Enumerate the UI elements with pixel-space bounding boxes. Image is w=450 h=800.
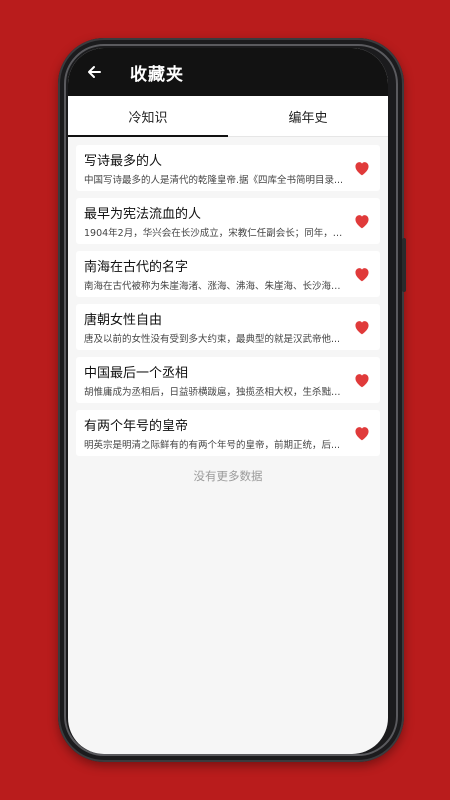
list-item[interactable]: 中国最后一个丞相 胡惟庸成为丞相后，日益骄横跋扈，独揽丞相大权，生杀黜陟... (76, 357, 380, 403)
list-item[interactable]: 写诗最多的人 中国写诗最多的人是清代的乾隆皇帝.据《四库全书简明目录... (76, 145, 380, 191)
heart-icon[interactable] (352, 265, 372, 283)
item-title: 南海在古代的名字 (84, 260, 189, 275)
item-description: 1904年2月，华兴会在长沙成立，宋教仁任副会长；同年，因... (84, 228, 344, 239)
heart-icon[interactable] (352, 212, 372, 230)
item-title: 唐朝女性自由 (84, 313, 163, 328)
favorites-list: 写诗最多的人 中国写诗最多的人是清代的乾隆皇帝.据《四库全书简明目录... 最早… (68, 137, 388, 484)
item-title: 中国最后一个丞相 (84, 366, 189, 381)
no-more-data-text: 没有更多数据 (193, 469, 263, 483)
phone-side-button (402, 238, 406, 292)
tab-chronicle[interactable]: 编年史 (228, 96, 388, 136)
list-item[interactable]: 南海在古代的名字 南海在古代被称为朱崖海渚、涨海、沸海、朱崖海、长沙海、... (76, 251, 380, 297)
arrow-left-icon[interactable] (86, 63, 104, 81)
item-description: 唐及以前的女性没有受到多大约束，最典型的就是汉武帝他... (84, 334, 341, 345)
app-bar: 收藏夹 (68, 48, 388, 96)
list-item[interactable]: 最早为宪法流血的人 1904年2月，华兴会在长沙成立，宋教仁任副会长；同年，因.… (76, 198, 380, 244)
list-item[interactable]: 唐朝女性自由 唐及以前的女性没有受到多大约束，最典型的就是汉武帝他... (76, 304, 380, 350)
heart-icon[interactable] (352, 159, 372, 177)
page-title: 收藏夹 (130, 64, 184, 85)
heart-icon[interactable] (352, 424, 372, 442)
tab-label: 编年史 (288, 110, 328, 126)
list-item[interactable]: 有两个年号的皇帝 明英宗是明清之际鲜有的有两个年号的皇帝，前期正统，后... (76, 410, 380, 456)
item-title: 最早为宪法流血的人 (84, 207, 202, 222)
tab-label: 冷知识 (128, 110, 168, 126)
tab-bar: 冷知识 编年史 (68, 96, 388, 137)
phone-screen: 收藏夹 冷知识 编年史 写诗最多的人 中国写诗最多的人是清代的乾隆皇帝.据《四库… (68, 48, 388, 754)
heart-icon[interactable] (352, 318, 372, 336)
item-description: 中国写诗最多的人是清代的乾隆皇帝.据《四库全书简明目录... (84, 175, 344, 186)
item-description: 明英宗是明清之际鲜有的有两个年号的皇帝，前期正统，后... (84, 440, 341, 451)
item-title: 有两个年号的皇帝 (84, 419, 189, 434)
item-description: 胡惟庸成为丞相后，日益骄横跋扈，独揽丞相大权，生杀黜陟... (84, 387, 344, 398)
item-description: 南海在古代被称为朱崖海渚、涨海、沸海、朱崖海、长沙海、... (84, 281, 344, 292)
heart-icon[interactable] (352, 371, 372, 389)
tab-trivia[interactable]: 冷知识 (68, 96, 228, 137)
item-title: 写诗最多的人 (84, 154, 163, 169)
